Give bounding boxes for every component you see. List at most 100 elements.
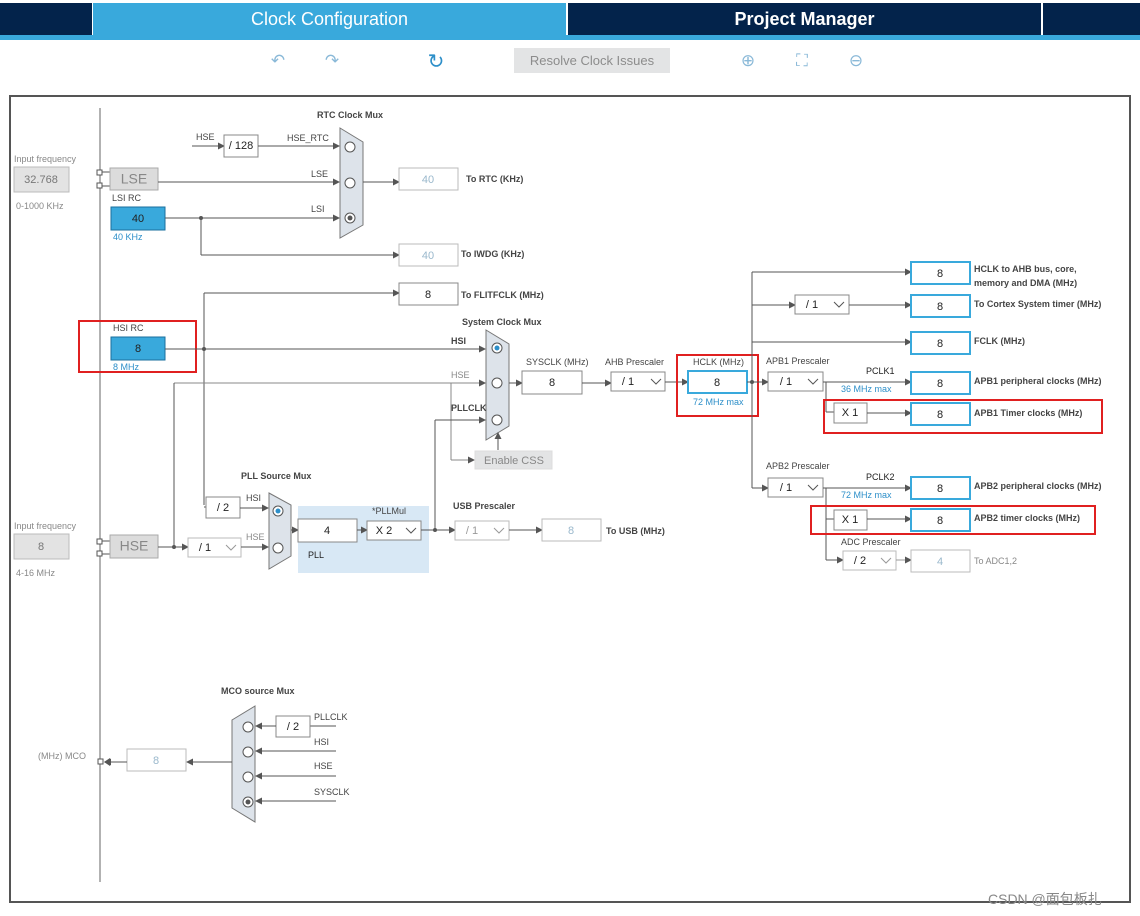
apb2-max-label: 72 MHz max bbox=[841, 490, 892, 500]
apb2-timer-mul-value: X 1 bbox=[842, 514, 859, 526]
lse-label: LSE bbox=[121, 171, 147, 187]
apb2-periph-value: 8 bbox=[937, 483, 943, 495]
rtc-output-value: 40 bbox=[422, 174, 434, 186]
pclk1-label: PCLK1 bbox=[866, 366, 895, 376]
apb1-timer-value: 8 bbox=[937, 409, 943, 421]
mco-pllclk-label: PLLCLK bbox=[314, 712, 348, 722]
apb2-prescaler-value: / 1 bbox=[780, 482, 792, 494]
lse-freq-value: 32.768 bbox=[24, 174, 58, 186]
rtc-mux-title: RTC Clock Mux bbox=[317, 110, 383, 120]
rtc-div-value: / 128 bbox=[229, 140, 253, 152]
hse-pin-top bbox=[96, 538, 103, 545]
mco-hsi-label: HSI bbox=[314, 737, 329, 747]
hclk-label: HCLK (MHz) bbox=[693, 357, 744, 367]
mco-option-hse[interactable] bbox=[242, 771, 254, 783]
pll-source-option-hse[interactable] bbox=[272, 542, 284, 554]
pllmul-value: X 2 bbox=[376, 525, 393, 537]
adc-prescaler-label: ADC Prescaler bbox=[841, 537, 901, 547]
mco-div-value: / 2 bbox=[287, 721, 299, 733]
apb1-periph-label: APB1 peripheral clocks (MHz) bbox=[974, 376, 1102, 386]
lsi-value: 40 bbox=[132, 213, 144, 225]
pll-label: PLL bbox=[308, 550, 324, 560]
apb1-max-label: 36 MHz max bbox=[841, 384, 892, 394]
sysmux-option-pllclk[interactable] bbox=[491, 414, 503, 426]
hse-freq-label: Input frequency bbox=[14, 521, 77, 531]
usb-div-value: / 1 bbox=[466, 525, 478, 537]
hclk-value: 8 bbox=[714, 377, 720, 389]
mco-option-hsi[interactable] bbox=[242, 746, 254, 758]
sysmux-option-hse[interactable] bbox=[491, 377, 503, 389]
apb2-prescaler-select[interactable] bbox=[767, 477, 824, 498]
lse-freq-label: Input frequency bbox=[14, 154, 77, 164]
apb2-timer-label: APB2 timer clocks (MHz) bbox=[974, 513, 1080, 523]
apb2-periph-label: APB2 peripheral clocks (MHz) bbox=[974, 481, 1102, 491]
hse-prediv-value: / 1 bbox=[199, 542, 211, 554]
hsi-value: 8 bbox=[135, 343, 141, 355]
apb1-timer-mul-value: X 1 bbox=[842, 407, 859, 419]
iwdg-output-value: 40 bbox=[422, 250, 434, 262]
pll-source-mux[interactable] bbox=[268, 492, 292, 570]
lsi-label: LSI RC bbox=[112, 193, 142, 203]
lse-pin-bottom bbox=[96, 182, 103, 189]
hse-range-label: 4-16 MHz bbox=[16, 568, 56, 578]
hse-pin-bottom bbox=[96, 550, 103, 557]
usb-output-label: To USB (MHz) bbox=[606, 526, 665, 536]
flitfclk-output-value: 8 bbox=[425, 289, 431, 301]
sysmux-pllclk-label: PLLCLK bbox=[451, 403, 487, 413]
ahb-prescaler-label: AHB Prescaler bbox=[605, 357, 664, 367]
hsi-sub: 8 MHz bbox=[113, 362, 140, 372]
rtc-mux-option-lse[interactable] bbox=[344, 177, 356, 189]
usb-output-value: 8 bbox=[568, 525, 574, 537]
ahb-prescaler-select[interactable] bbox=[610, 371, 666, 392]
apb1-prescaler-label: APB1 Prescaler bbox=[766, 356, 830, 366]
mco-pin bbox=[97, 758, 104, 765]
watermark: CSDN @面包板扎 bbox=[988, 891, 1102, 907]
mco-hse-label: HSE bbox=[314, 761, 333, 771]
mco-sysclk-label: SYSCLK bbox=[314, 787, 350, 797]
rtc-lsi-label: LSI bbox=[311, 204, 325, 214]
apb1-prescaler-select[interactable] bbox=[767, 371, 824, 392]
apb2-timer-value: 8 bbox=[937, 515, 943, 527]
rtc-hse-label: HSE bbox=[196, 132, 215, 142]
apb1-periph-value: 8 bbox=[937, 378, 943, 390]
apb1-prescaler-value: / 1 bbox=[780, 376, 792, 388]
cortex-div-value: / 1 bbox=[806, 299, 818, 311]
lse-pin-top bbox=[96, 169, 103, 176]
enable-css-label: Enable CSS bbox=[484, 455, 544, 467]
rtc-lse-label: LSE bbox=[311, 169, 328, 179]
hse-label: HSE bbox=[120, 538, 149, 554]
hsi-label: HSI RC bbox=[113, 323, 144, 333]
pllmul-label: *PLLMul bbox=[372, 506, 406, 516]
pll-hsi-div-value: / 2 bbox=[217, 502, 229, 514]
apb2-prescaler-label: APB2 Prescaler bbox=[766, 461, 830, 471]
pll-hse-label: HSE bbox=[246, 532, 265, 542]
adc-prescaler-value: / 2 bbox=[854, 555, 866, 567]
mco-option-pllclk[interactable] bbox=[242, 721, 254, 733]
fclk-value: 8 bbox=[937, 338, 943, 350]
pll-hsi-label: HSI bbox=[246, 493, 261, 503]
ahb-prescaler-value: / 1 bbox=[622, 376, 634, 388]
hclk-ahb-value: 8 bbox=[937, 268, 943, 280]
adc-output-label: To ADC1,2 bbox=[974, 556, 1017, 566]
apb1-timer-label: APB1 Timer clocks (MHz) bbox=[974, 408, 1082, 418]
hclk-ahb-label-2: memory and DMA (MHz) bbox=[974, 278, 1077, 288]
usb-prescaler-label: USB Prescaler bbox=[453, 501, 516, 511]
rtc-mux-option-hse[interactable] bbox=[344, 141, 356, 153]
flitfclk-output-label: To FLITFCLK (MHz) bbox=[461, 290, 544, 300]
fclk-label: FCLK (MHz) bbox=[974, 336, 1025, 346]
lsi-sub: 40 KHz bbox=[113, 232, 143, 242]
hclk-ahb-label-1: HCLK to AHB bus, core, bbox=[974, 264, 1077, 274]
hclk-sub: 72 MHz max bbox=[693, 397, 744, 407]
mco-output-value: 8 bbox=[153, 755, 159, 767]
rtc-hse-rtc-label: HSE_RTC bbox=[287, 133, 329, 143]
sysclk-label: SYSCLK (MHz) bbox=[526, 357, 589, 367]
pll-source-mux-title: PLL Source Mux bbox=[241, 471, 311, 481]
pll-input-value: 4 bbox=[324, 525, 330, 537]
cortex-label: To Cortex System timer (MHz) bbox=[974, 299, 1101, 309]
rtc-output-label: To RTC (KHz) bbox=[466, 174, 523, 184]
cortex-value: 8 bbox=[937, 301, 943, 313]
mco-label: (MHz) MCO bbox=[38, 751, 86, 761]
mco-source-mux-title: MCO source Mux bbox=[221, 686, 295, 696]
pclk2-label: PCLK2 bbox=[866, 472, 895, 482]
clock-tree-diagram: Input frequency 32.768 0-1000 KHz LSE LS… bbox=[13, 108, 1103, 882]
